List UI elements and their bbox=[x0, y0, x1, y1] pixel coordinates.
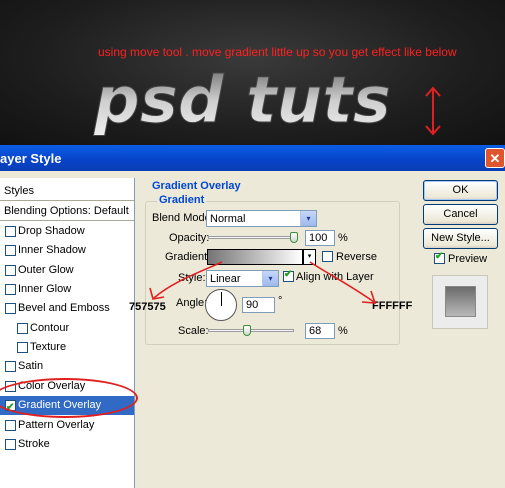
new-style-button[interactable]: New Style... bbox=[423, 228, 498, 249]
check-icon: ✔ bbox=[435, 251, 444, 262]
ok-button[interactable]: OK bbox=[423, 180, 498, 201]
preview-swatch bbox=[445, 286, 476, 317]
preview-box bbox=[432, 275, 488, 329]
preview-label: Preview bbox=[448, 253, 488, 265]
left-arrow-head bbox=[149, 287, 165, 300]
right-arrow bbox=[309, 261, 375, 303]
cancel-button[interactable]: Cancel bbox=[423, 204, 498, 225]
preview-checkbox[interactable]: ✔ bbox=[434, 251, 445, 264]
left-arrow bbox=[153, 261, 223, 299]
